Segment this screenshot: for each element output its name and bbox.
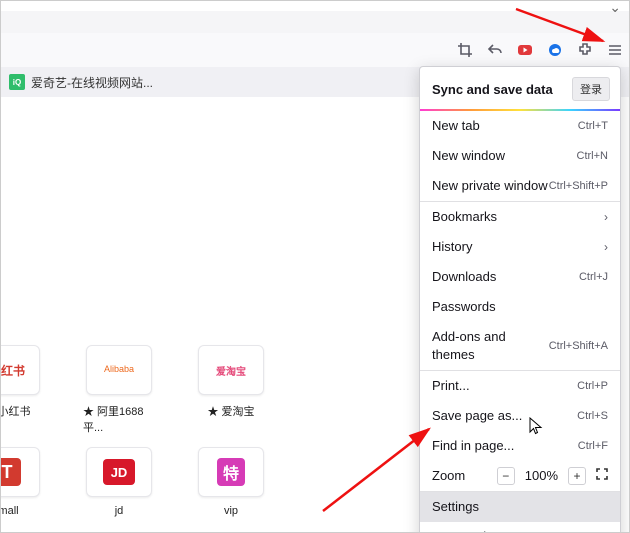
tile[interactable]: 特 vip <box>195 447 267 517</box>
tile-caption: jd <box>115 505 124 517</box>
menu-sync-label: Sync and save data <box>432 82 553 97</box>
login-button[interactable]: 登录 <box>572 77 610 101</box>
undo-icon[interactable] <box>485 40 505 60</box>
menu-item-addons[interactable]: Add-ons and themesCtrl+Shift+A <box>420 322 620 370</box>
menu-item-more-tools[interactable]: More tools› <box>420 522 620 533</box>
window-titlebar: ⌄ <box>1 1 629 11</box>
chevron-right-icon: › <box>604 238 608 256</box>
tab-title[interactable]: 爱奇艺-在线视频网站... <box>31 74 153 91</box>
tab-favicon: iQ <box>9 74 25 90</box>
logo: T <box>0 458 21 486</box>
logo: 爱淘宝 <box>216 363 246 378</box>
window-caret-icon: ⌄ <box>609 0 621 16</box>
main-menu: Sync and save data 登录 New tabCtrl+T New … <box>419 66 621 533</box>
fullscreen-icon[interactable] <box>596 467 608 485</box>
tile[interactable]: Alibaba ★ 阿里1688平... <box>83 345 155 435</box>
menu-item-save-page[interactable]: Save page as...Ctrl+S <box>420 401 620 431</box>
chevron-right-icon: › <box>604 208 608 226</box>
tile[interactable]: Ttmall <box>0 447 43 517</box>
toolbar <box>1 33 629 68</box>
zoom-out-button[interactable]: − <box>497 467 515 485</box>
crop-icon[interactable] <box>455 40 475 60</box>
hamburger-menu-icon[interactable] <box>605 40 625 60</box>
tile-caption: ★ 爱淘宝 <box>207 403 254 419</box>
tile-caption: ★ 阿里1688平... <box>83 403 155 435</box>
tile-caption: ★ 小红书 <box>0 403 31 419</box>
chevron-right-icon: › <box>604 528 608 533</box>
tile[interactable]: JD jd <box>83 447 155 517</box>
zoom-value: 100% <box>525 467 558 485</box>
youtube-icon[interactable] <box>515 40 535 60</box>
tile-caption: vip <box>224 505 238 517</box>
tile-row: Ttmall JD jd 特 vip <box>0 447 267 517</box>
extension-icon[interactable] <box>575 40 595 60</box>
menu-item-passwords[interactable]: Passwords <box>420 292 620 322</box>
cloud-icon[interactable] <box>545 40 565 60</box>
logo: 小红书 <box>0 362 25 379</box>
tile[interactable]: 小红书 ★ 小红书 <box>0 345 43 435</box>
tile-caption: tmall <box>0 505 19 517</box>
menu-item-print[interactable]: Print...Ctrl+P <box>420 371 620 401</box>
logo: JD <box>103 459 135 485</box>
menu-item-new-tab[interactable]: New tabCtrl+T <box>420 111 620 141</box>
menu-item-zoom: Zoom − 100% + <box>420 461 620 491</box>
tile-row: 小红书 ★ 小红书 Alibaba ★ 阿里1688平... 爱淘宝 ★ 爱淘宝 <box>0 345 267 435</box>
menu-sync-header: Sync and save data 登录 <box>420 67 620 109</box>
menu-item-find[interactable]: Find in page...Ctrl+F <box>420 431 620 461</box>
menu-item-bookmarks[interactable]: Bookmarks› <box>420 202 620 232</box>
menu-item-downloads[interactable]: DownloadsCtrl+J <box>420 262 620 292</box>
logo: 特 <box>217 458 245 486</box>
menu-item-new-private-window[interactable]: New private windowCtrl+Shift+P <box>420 171 620 201</box>
menu-item-new-window[interactable]: New windowCtrl+N <box>420 141 620 171</box>
tile[interactable]: 爱淘宝 ★ 爱淘宝 <box>195 345 267 435</box>
menu-item-history[interactable]: History› <box>420 232 620 262</box>
menu-item-settings[interactable]: Settings <box>420 492 620 522</box>
logo: Alibaba <box>104 365 134 375</box>
zoom-in-button[interactable]: + <box>568 467 586 485</box>
